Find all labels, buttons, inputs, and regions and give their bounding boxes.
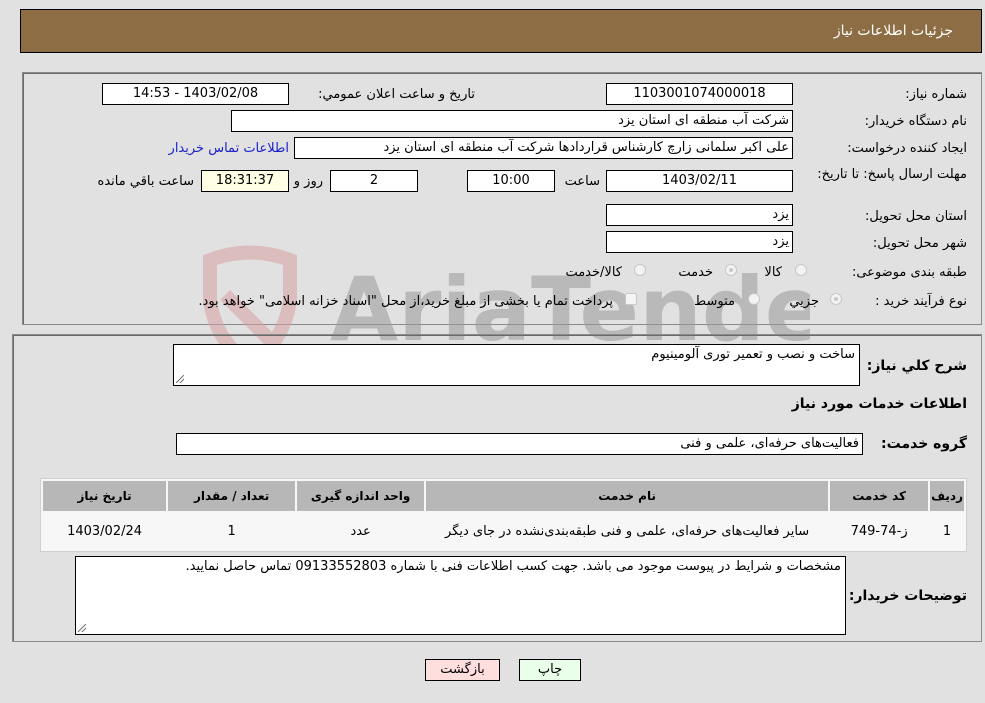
category-radio-service[interactable] — [725, 264, 737, 276]
time-remaining-label: ساعت باقي مانده — [97, 174, 194, 189]
category-option-goods-service: کالا/خدمت — [565, 265, 622, 280]
page-header: جزئیات اطلاعات نیاز — [20, 9, 982, 53]
cell-service-code: ز-74-749 — [830, 513, 929, 549]
announce-datetime-field: 1403/02/08 - 14:53 — [102, 83, 289, 105]
requester-label: ایجاد کننده درخواست: — [847, 141, 967, 156]
treasury-note: پرداخت تمام یا بخشی از مبلغ خرید،از محل … — [198, 294, 613, 309]
col-row-number: ردیف — [930, 481, 964, 511]
delivery-city-field: یزد — [606, 231, 793, 253]
buyer-org-label: نام دستگاه خریدار: — [864, 114, 967, 129]
deadline-time-field: 10:00 — [467, 170, 555, 192]
cell-unit: عدد — [297, 513, 425, 549]
cell-service-name: سایر فعالیت‌های حرفه‌ای، علمی و فنی طبقه… — [426, 513, 829, 549]
buyer-notes-label: توضیحات خریدار: — [848, 588, 967, 604]
purchase-type-option-minor: جزیي — [789, 294, 819, 309]
summary-label: شرح کلي نیاز: — [866, 358, 967, 374]
table-header-row: ردیف کد خدمت نام خدمت واحد اندازه گیری ت… — [43, 481, 964, 511]
treasury-checkbox[interactable] — [625, 293, 637, 305]
time-remaining-field: 18:31:37 — [201, 170, 289, 192]
delivery-province-label: استان محل تحویل: — [865, 209, 967, 224]
purchase-type-option-medium: متوسط — [694, 294, 735, 309]
col-unit: واحد اندازه گیری — [297, 481, 425, 511]
summary-textarea[interactable]: ساخت و نصب و تعمیر توری آلومینیوم — [173, 344, 860, 386]
cell-quantity: 1 — [168, 513, 296, 549]
category-label: طبقه بندی موضوعی: — [851, 265, 967, 280]
category-option-service: خدمت — [678, 265, 713, 280]
delivery-city-label: شهر محل تحویل: — [872, 236, 967, 251]
need-number-field: 1103001074000018 — [606, 83, 793, 105]
col-quantity: تعداد / مقدار — [168, 481, 296, 511]
deadline-label: مهلت ارسال پاسخ: تا تاریخ: — [817, 167, 967, 182]
resize-grip-icon[interactable] — [78, 624, 86, 632]
purchase-type-radio-medium[interactable] — [748, 293, 760, 305]
col-service-code: کد خدمت — [830, 481, 929, 511]
category-radio-goods-service[interactable] — [634, 264, 646, 276]
days-label: روز و — [293, 174, 323, 189]
cell-need-date: 1403/02/24 — [43, 513, 167, 549]
page-title: جزئیات اطلاعات نیاز — [833, 23, 953, 39]
col-need-date: تاریخ نیاز — [43, 481, 167, 511]
back-button[interactable]: بازگشت — [425, 659, 500, 681]
summary-text: ساخت و نصب و تعمیر توری آلومینیوم — [651, 347, 855, 362]
services-table: ردیف کد خدمت نام خدمت واحد اندازه گیری ت… — [40, 478, 967, 552]
need-number-label: شماره نیاز: — [905, 87, 967, 102]
buyer-org-field: شرکت آب منطقه ای استان یزد — [231, 110, 793, 132]
purchase-type-label: نوع فرآیند خرید : — [875, 294, 967, 309]
print-button[interactable]: چاپ — [519, 659, 581, 681]
category-option-goods: کالا — [764, 265, 782, 280]
buyer-notes-textarea[interactable]: مشخصات و شرایط در پیوست موجود می باشد. ج… — [75, 556, 846, 635]
announce-datetime-label: تاریخ و ساعت اعلان عمومي: — [318, 87, 475, 102]
cell-row-number: 1 — [930, 513, 964, 549]
buyer-contact-link[interactable]: اطلاعات تماس خریدار — [169, 141, 289, 156]
service-group-field: فعالیت‌های حرفه‌ای، علمی و فنی — [176, 433, 863, 455]
deadline-time-label: ساعت — [564, 174, 600, 189]
delivery-province-field: یزد — [606, 204, 793, 226]
purchase-type-radio-minor[interactable] — [830, 293, 842, 305]
deadline-date-field: 1403/02/11 — [606, 170, 793, 192]
service-group-label: گروه خدمت: — [881, 436, 967, 452]
requester-field: علی اکبر سلمانی زارچ کارشناس قراردادها ش… — [294, 137, 793, 159]
col-service-name: نام خدمت — [426, 481, 829, 511]
resize-grip-icon[interactable] — [176, 375, 184, 383]
services-heading: اطلاعات خدمات مورد نیاز — [791, 396, 967, 412]
category-radio-goods[interactable] — [795, 264, 807, 276]
days-remaining-field: 2 — [330, 170, 418, 192]
table-row: 1 ز-74-749 سایر فعالیت‌های حرفه‌ای، علمی… — [43, 513, 964, 549]
buyer-notes-text: مشخصات و شرایط در پیوست موجود می باشد. ج… — [185, 559, 841, 574]
